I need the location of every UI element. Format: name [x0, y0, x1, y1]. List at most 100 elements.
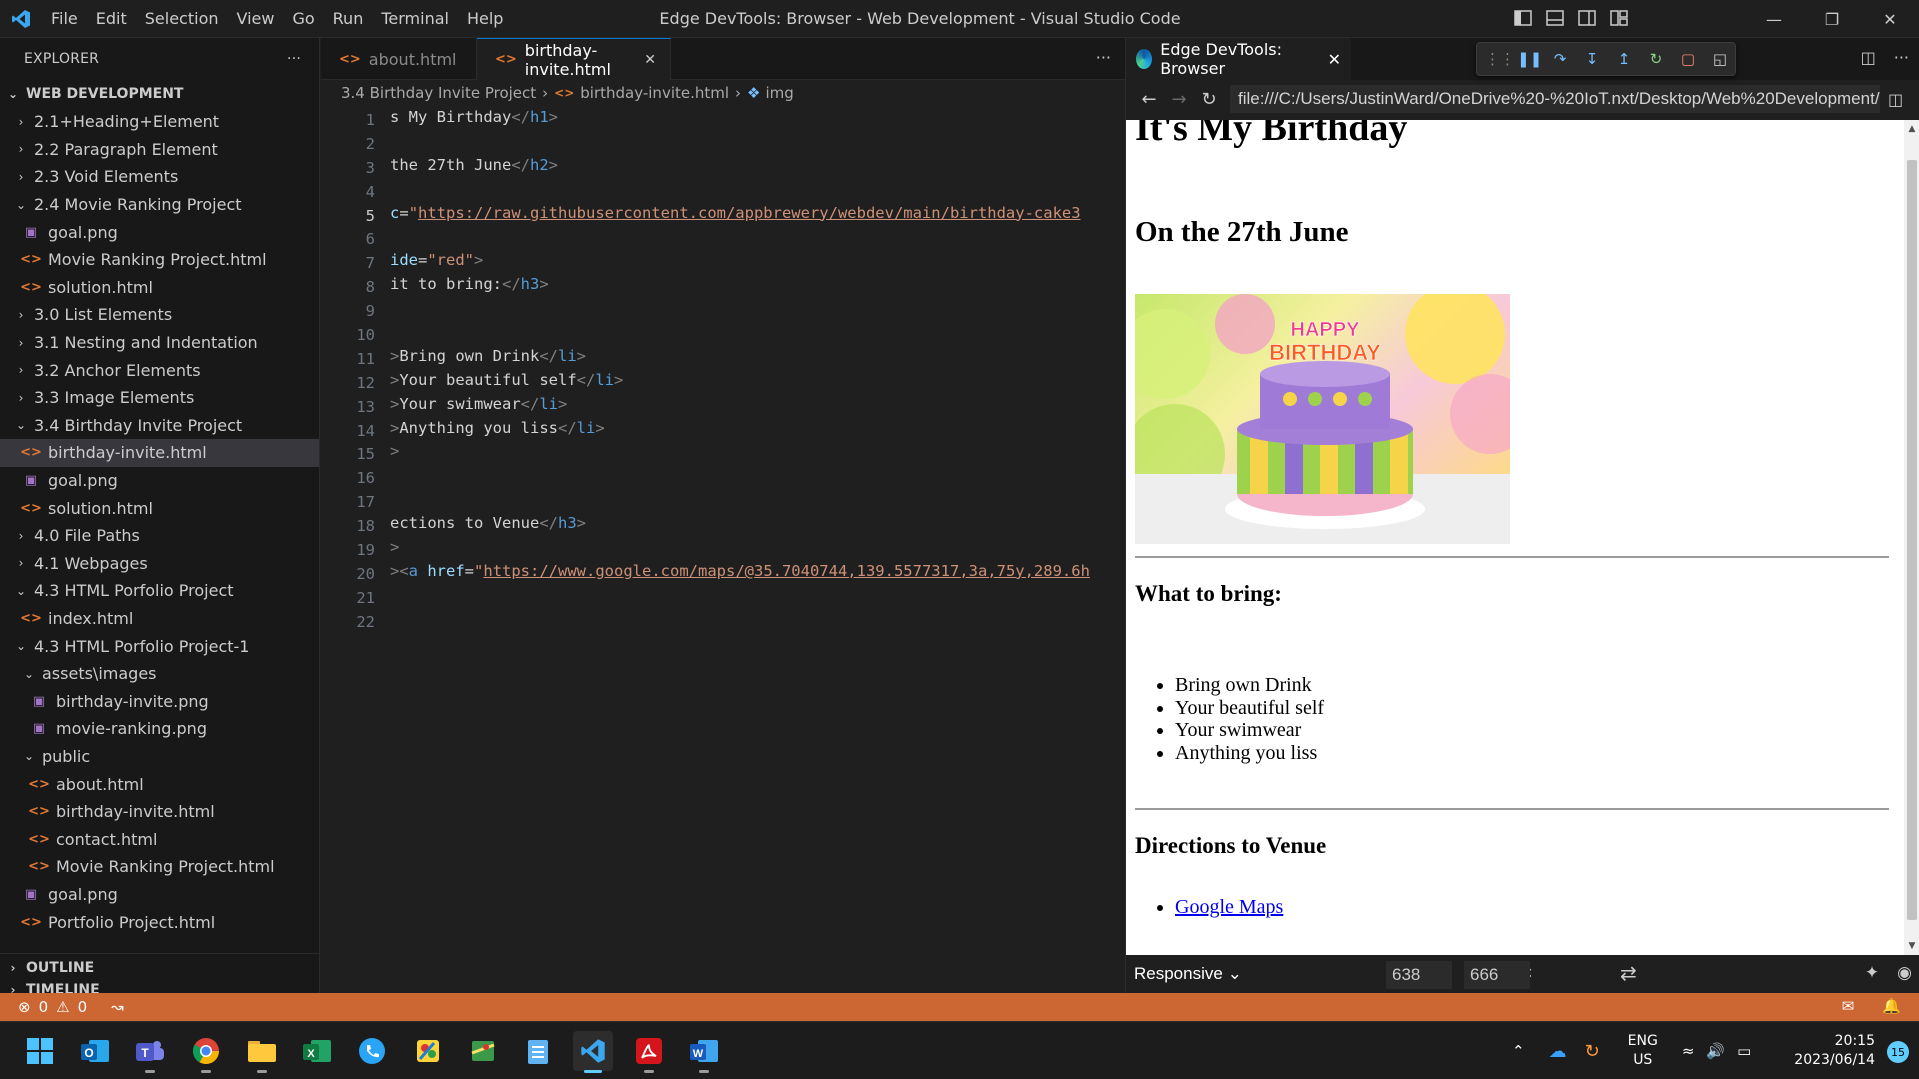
file-explorer-icon[interactable] [242, 1031, 282, 1073]
outlook-icon[interactable]: O [75, 1031, 115, 1071]
google-maps-link[interactable]: Google Maps [1175, 896, 1283, 918]
acrobat-icon[interactable] [629, 1031, 669, 1073]
bell-icon[interactable]: 🔔 [1882, 997, 1901, 1015]
menu-terminal[interactable]: Terminal [372, 9, 458, 28]
battery-icon[interactable]: ▭ [1737, 1042, 1751, 1060]
code-line[interactable]: 15 > [321, 442, 1125, 466]
scroll-down-icon[interactable]: ▼ [1904, 941, 1919, 951]
menu-run[interactable]: Run [324, 9, 373, 28]
code-line[interactable]: 11 >Bring own Drink</li> [321, 347, 1125, 371]
code-line[interactable]: 8 it to bring:</h3> [321, 275, 1125, 299]
height-input[interactable]: 666 [1464, 961, 1530, 989]
menu-view[interactable]: View [228, 9, 284, 28]
code-line[interactable]: 13 >Your swimwear</li> [321, 395, 1125, 419]
folder-2-2-paragraph-element[interactable]: › 2.2 Paragraph Element [0, 136, 319, 164]
file-about-html[interactable]: <> about.html [0, 770, 319, 798]
feedback-icon[interactable]: ✉ [1842, 997, 1855, 1015]
vision-deficiency-icon[interactable]: ◉ [1897, 963, 1912, 983]
volume-icon[interactable]: 🔊 [1706, 1042, 1725, 1060]
restart-icon[interactable]: ↻ [1645, 50, 1667, 68]
back-icon[interactable]: ← [1134, 89, 1164, 110]
toggle-secondary-sidebar-icon[interactable] [1577, 8, 1597, 28]
folder-3-2-anchor-elements[interactable]: › 3.2 Anchor Elements [0, 356, 319, 384]
file-birthday-invite-html[interactable]: <> birthday-invite.html [0, 798, 319, 826]
code-line[interactable]: 19 > [321, 538, 1125, 562]
maps-icon[interactable] [463, 1031, 503, 1071]
file-solution-html[interactable]: <> solution.html [0, 274, 319, 302]
code-line[interactable]: 16 [321, 466, 1125, 490]
folder-4-3-html-porfolio-project[interactable]: ⌄ 4.3 HTML Porfolio Project [0, 577, 319, 605]
paint-icon[interactable] [408, 1031, 448, 1071]
folder-2-3-void-elements[interactable]: › 2.3 Void Elements [0, 163, 319, 191]
code-line[interactable]: 21 [321, 586, 1125, 610]
code-line[interactable]: 14 >Anything you liss</li> [321, 419, 1125, 443]
code-line[interactable]: 1 s My Birthday</h1> [321, 108, 1125, 132]
chrome-icon[interactable] [186, 1031, 226, 1073]
close-window-icon[interactable]: ✕ [1861, 0, 1919, 38]
notification-badge[interactable]: 15 [1887, 1041, 1909, 1063]
code-line[interactable]: 4 [321, 180, 1125, 204]
show-hidden-icons-icon[interactable]: ⌃ [1512, 1042, 1525, 1060]
scroll-up-icon[interactable]: ▲ [1904, 124, 1919, 134]
phone-icon[interactable] [352, 1031, 392, 1071]
page-scrollbar[interactable]: ▲ ▼ [1904, 120, 1919, 955]
more-actions-icon[interactable]: ··· [287, 51, 301, 67]
folder-4-3-html-porfolio-project-1[interactable]: ⌄ 4.3 HTML Porfolio Project-1 [0, 632, 319, 660]
file-goal-png[interactable]: ▣ goal.png [0, 881, 319, 909]
code-line[interactable]: 12 >Your beautiful self</li> [321, 371, 1125, 395]
scrollbar-thumb[interactable] [1907, 160, 1917, 920]
forward-icon[interactable]: → [1164, 89, 1194, 110]
emulation-wand-icon[interactable]: ✦ [1865, 963, 1879, 983]
menu-file[interactable]: File [42, 9, 87, 28]
inspect-icon[interactable]: ◱ [1709, 50, 1731, 68]
file-contact-html[interactable]: <> contact.html [0, 825, 319, 853]
file-movie-ranking-png[interactable]: ▣ movie-ranking.png [0, 715, 319, 743]
file-goal-png[interactable]: ▣ goal.png [0, 467, 319, 495]
minimize-icon[interactable]: — [1745, 0, 1803, 38]
sync-icon[interactable]: ↻ [1585, 1041, 1600, 1062]
toggle-primary-sidebar-icon[interactable] [1513, 8, 1533, 28]
menu-go[interactable]: Go [283, 9, 323, 28]
wifi-icon[interactable]: ≈ [1682, 1042, 1695, 1060]
more-actions-icon[interactable]: ··· [1096, 48, 1111, 67]
code-line[interactable]: 7 ide="red"> [321, 251, 1125, 275]
restore-icon[interactable]: ❐ [1803, 0, 1861, 38]
toggle-panel-icon[interactable] [1545, 8, 1565, 28]
menu-selection[interactable]: Selection [136, 9, 228, 28]
rotate-icon[interactable]: ⇄ [1620, 961, 1637, 986]
step-into-icon[interactable]: ↧ [1581, 50, 1603, 68]
onedrive-icon[interactable]: ☁ [1549, 1041, 1567, 1062]
tab-edge-devtools-browser[interactable]: Edge DevTools: Browser ✕ [1126, 38, 1351, 80]
teams-icon[interactable]: T [130, 1031, 170, 1073]
workspace-header[interactable]: ⌄ WEB DEVELOPMENT [0, 80, 319, 108]
clock[interactable]: 20:15 2023/06/14 [1794, 1032, 1875, 1070]
folder-4-0-file-paths[interactable]: › 4.0 File Paths [0, 522, 319, 550]
input-language[interactable]: ENG US [1628, 1032, 1658, 1070]
code-line[interactable]: 6 [321, 227, 1125, 251]
file-movie-ranking-project-html[interactable]: <> Movie Ranking Project.html [0, 246, 319, 274]
menu-help[interactable]: Help [458, 9, 512, 28]
folder-assets-images[interactable]: ⌄ assets\images [0, 660, 319, 688]
customize-layout-icon[interactable] [1609, 8, 1629, 28]
step-out-icon[interactable]: ↥ [1613, 50, 1635, 68]
url-input[interactable]: file:///C:/Users/JustinWard/OneDrive%20-… [1230, 85, 1880, 113]
vscode-taskbar-icon[interactable] [573, 1031, 613, 1073]
windows-start-icon[interactable] [20, 1031, 60, 1071]
live-share-icon[interactable]: ↝ [111, 998, 124, 1016]
folder-2-4-movie-ranking-project[interactable]: ⌄ 2.4 Movie Ranking Project [0, 191, 319, 219]
code-line[interactable]: 3 the 27th June</h2> [321, 156, 1125, 180]
drag-handle-icon[interactable]: ⋮⋮ [1485, 50, 1515, 68]
close-tab-icon[interactable]: ✕ [644, 52, 656, 68]
breadcrumb-symbol[interactable]: img [765, 84, 793, 102]
screencast-icon[interactable]: ◫ [1888, 90, 1903, 109]
code-line[interactable]: 18 ections to Venue</h3> [321, 514, 1125, 538]
stop-icon[interactable]: ▢ [1677, 50, 1699, 68]
menu-edit[interactable]: Edit [87, 9, 136, 28]
folder-public[interactable]: ⌄ public [0, 743, 319, 771]
excel-icon[interactable]: X [297, 1031, 337, 1071]
reload-icon[interactable]: ↻ [1194, 89, 1224, 110]
folder-3-3-image-elements[interactable]: › 3.3 Image Elements [0, 384, 319, 412]
pause-icon[interactable]: ❚❚ [1517, 50, 1542, 68]
notepad-icon[interactable] [518, 1031, 558, 1071]
responsive-dropdown[interactable]: Responsive ⌄ [1134, 964, 1242, 984]
